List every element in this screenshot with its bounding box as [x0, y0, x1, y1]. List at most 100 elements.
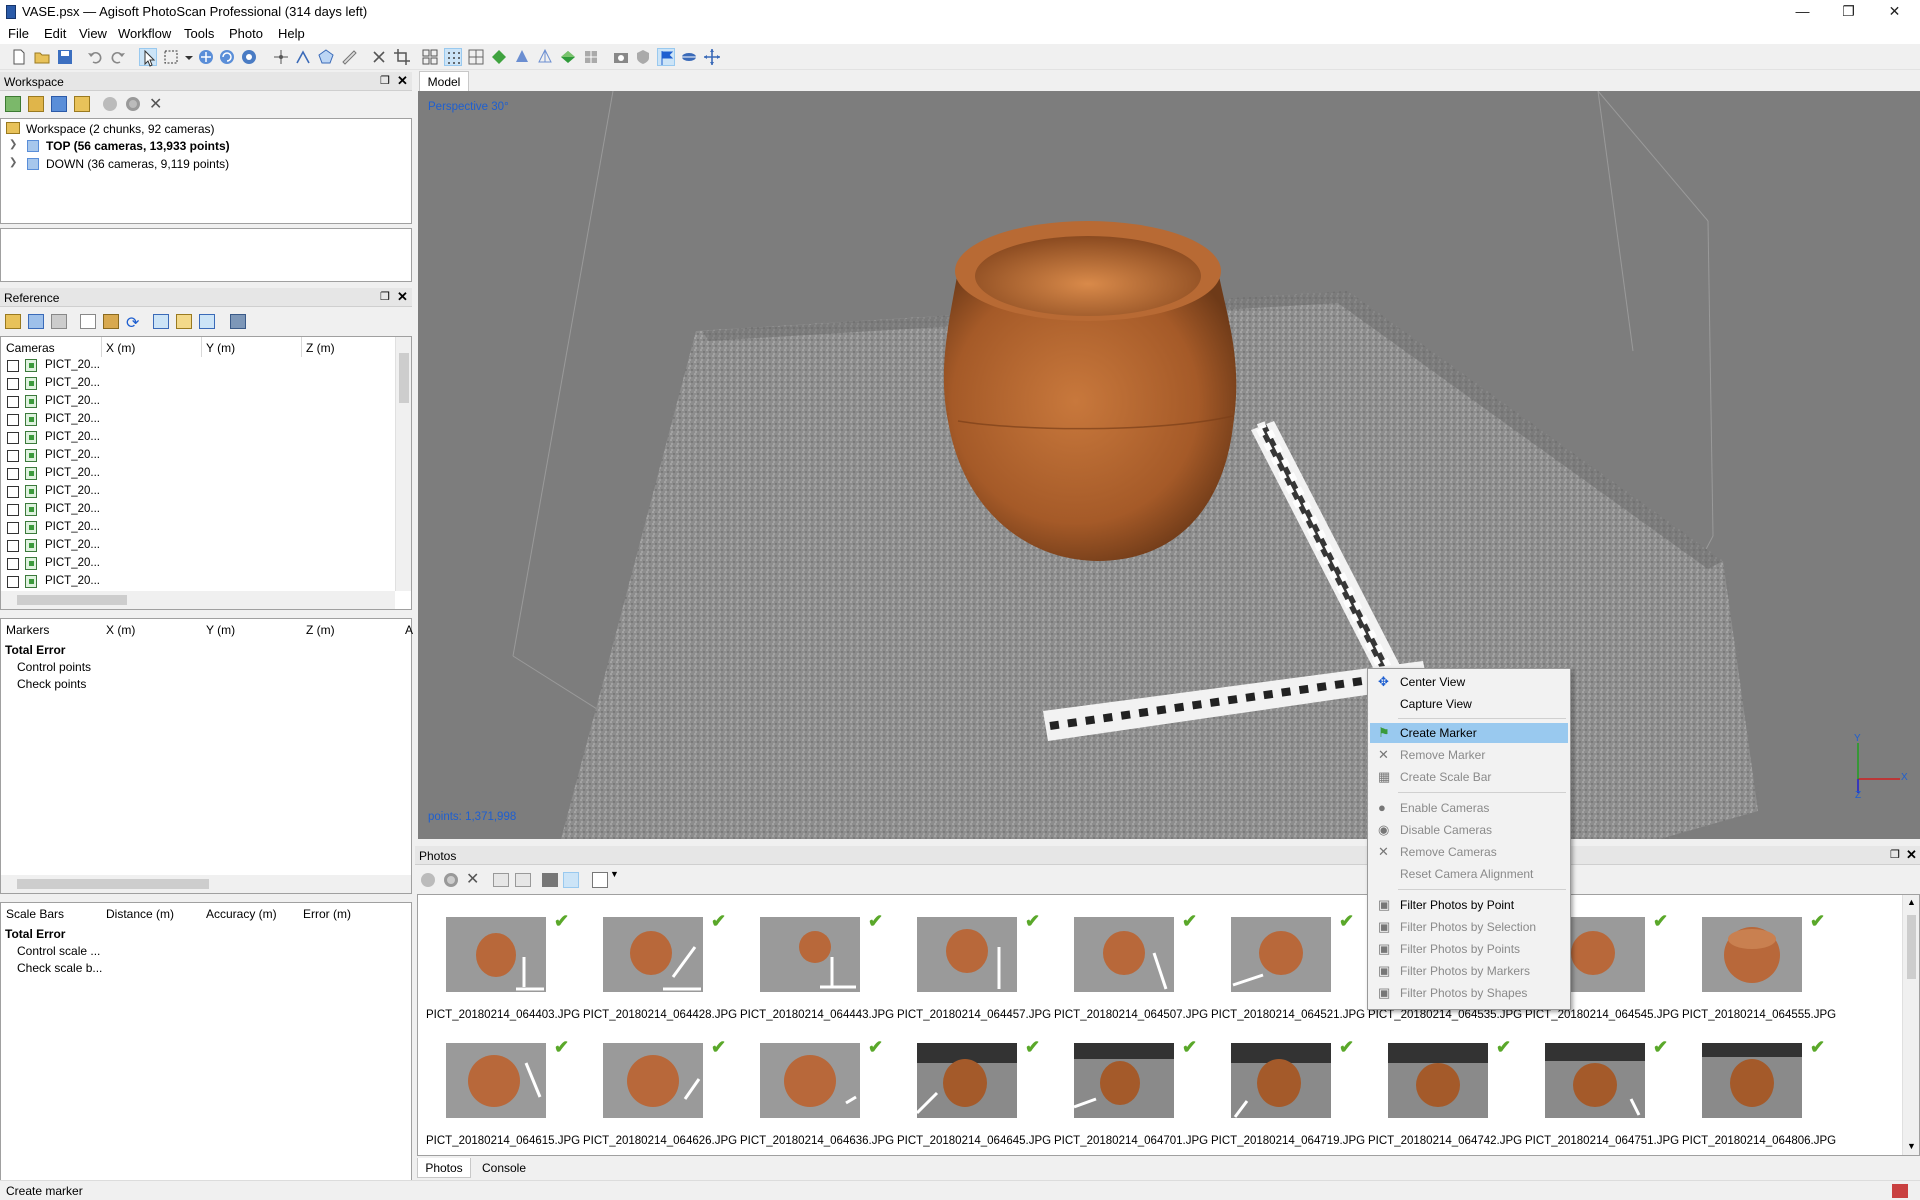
checkbox[interactable]	[7, 414, 19, 426]
col-accuracy[interactable]: A	[405, 623, 413, 637]
checkbox[interactable]	[7, 540, 19, 552]
enable-photos-icon[interactable]	[421, 873, 435, 887]
shield-icon[interactable]	[634, 48, 652, 66]
rotate-left-icon[interactable]	[493, 873, 509, 887]
table-row[interactable]: PICT_20...	[7, 357, 107, 375]
menu-help[interactable]: Help	[278, 26, 305, 41]
table-row[interactable]: PICT_20...	[7, 375, 107, 393]
close-pane-icon[interactable]: ✕	[1906, 847, 1917, 863]
close-icon[interactable]: ✕	[1872, 0, 1917, 22]
crop-icon[interactable]	[393, 48, 411, 66]
remove-items-icon[interactable]	[74, 96, 90, 112]
solid-model-icon[interactable]	[513, 48, 531, 66]
menu-reset-camera-alignment[interactable]: Reset Camera Alignment	[1370, 864, 1568, 884]
col-error[interactable]: Error (m)	[303, 907, 351, 921]
undo-icon[interactable]	[86, 48, 104, 66]
remove-photos-icon[interactable]: ✕	[466, 869, 479, 889]
menu-photo[interactable]: Photo	[229, 26, 263, 41]
close-pane-icon[interactable]: ✕	[397, 289, 408, 305]
workspace-root[interactable]: Workspace (2 chunks, 92 cameras)	[26, 122, 215, 136]
dense-cloud-icon[interactable]	[467, 48, 485, 66]
navigation-cursor-icon[interactable]	[139, 48, 157, 67]
photo-thumbnail[interactable]: ✔ PICT_20180214_064428.JPG	[583, 911, 737, 1037]
checkbox[interactable]	[7, 576, 19, 588]
textured-model-icon[interactable]	[559, 48, 577, 66]
scrollbar-thumb[interactable]	[17, 879, 209, 889]
tab-photos[interactable]: Photos	[417, 1158, 471, 1178]
col-cameras[interactable]: Cameras	[6, 341, 55, 355]
vertical-scrollbar[interactable]: ▲ ▼	[1902, 895, 1919, 1155]
menu-workflow[interactable]: Workflow	[118, 26, 171, 41]
wand-icon[interactable]	[103, 314, 119, 329]
checkbox[interactable]	[7, 396, 19, 408]
photo-thumbnail[interactable]: ✔ PICT_20180214_064742.JPG	[1368, 1037, 1522, 1163]
float-pane-icon[interactable]: ❐	[380, 290, 390, 303]
settings-icon[interactable]	[230, 314, 246, 329]
disable-icon[interactable]	[126, 97, 140, 111]
photo-thumbnail[interactable]: ✔ PICT_20180214_064806.JPG	[1682, 1037, 1836, 1163]
float-pane-icon[interactable]: ❐	[1890, 848, 1900, 861]
view-source-icon[interactable]	[153, 314, 169, 329]
control-scale-row[interactable]: Control scale ...	[17, 944, 100, 958]
menu-file[interactable]: File	[8, 26, 29, 41]
delete-selection-icon[interactable]	[370, 48, 388, 66]
clear-icon[interactable]	[51, 314, 67, 329]
menu-remove-marker[interactable]: ✕ Remove Marker	[1370, 745, 1568, 765]
table-row[interactable]: PICT_20...	[7, 555, 107, 573]
reset-view-icon[interactable]	[703, 48, 721, 66]
photo-thumbnail[interactable]: ✔ PICT_20180214_064457.JPG	[897, 911, 1051, 1037]
col-y[interactable]: Y (m)	[206, 341, 235, 355]
resize-grip-icon[interactable]	[1892, 1184, 1908, 1198]
minimize-icon[interactable]: —	[1780, 0, 1825, 22]
show-markers-icon[interactable]	[657, 48, 675, 66]
vertical-scrollbar[interactable]	[395, 337, 411, 591]
control-points-row[interactable]: Control points	[17, 660, 91, 674]
ruler-point-icon[interactable]	[272, 48, 290, 66]
scrollbar-thumb[interactable]	[17, 595, 127, 605]
checkbox[interactable]	[7, 378, 19, 390]
move-object-icon[interactable]	[197, 48, 215, 66]
total-error-row[interactable]: Total Error	[5, 643, 65, 657]
photo-thumbnail[interactable]: ✔ PICT_20180214_064719.JPG	[1211, 1037, 1365, 1163]
col-z[interactable]: Z (m)	[306, 341, 335, 355]
chunk-top[interactable]: TOP (56 cameras, 13,933 points)	[46, 139, 230, 153]
scale-object-icon[interactable]	[240, 48, 258, 66]
rectangle-selection-icon[interactable]	[162, 48, 180, 66]
photo-thumbnail[interactable]: ✔ PICT_20180214_064645.JPG	[897, 1037, 1051, 1163]
checkbox[interactable]	[7, 432, 19, 444]
export-icon[interactable]	[28, 314, 44, 329]
enable-icon[interactable]	[103, 97, 117, 111]
draw-polyline-icon[interactable]	[294, 48, 312, 66]
table-row[interactable]: PICT_20...	[7, 537, 107, 555]
menu-remove-cameras[interactable]: ✕ Remove Cameras	[1370, 842, 1568, 862]
show-shapes-icon[interactable]	[680, 48, 698, 66]
photo-thumbnail[interactable]: ✔ PICT_20180214_064521.JPG	[1211, 911, 1365, 1037]
menu-disable-cameras[interactable]: ◉ Disable Cameras	[1370, 820, 1568, 840]
tab-model[interactable]: Model	[419, 71, 469, 91]
open-folder-icon[interactable]	[33, 48, 51, 66]
tiled-model-icon[interactable]	[582, 48, 600, 66]
menu-create-marker[interactable]: ⚑ Create Marker	[1370, 723, 1568, 743]
checkbox[interactable]	[7, 504, 19, 516]
photo-thumbnail[interactable]: ✔ PICT_20180214_064507.JPG	[1054, 911, 1208, 1037]
col-distance[interactable]: Distance (m)	[106, 907, 174, 921]
show-thumbnails-icon[interactable]	[563, 872, 579, 888]
menu-center-view[interactable]: ✥ Center View	[1370, 672, 1568, 692]
table-row[interactable]: PICT_20...	[7, 429, 107, 447]
menu-filter-by-point[interactable]: ▣ Filter Photos by Point	[1370, 895, 1568, 915]
disable-photos-icon[interactable]	[444, 873, 458, 887]
float-pane-icon[interactable]: ❐	[380, 74, 390, 87]
shaded-model-icon[interactable]	[490, 48, 508, 66]
view-dropdown-icon[interactable]: ▼	[610, 869, 619, 879]
chunk-down[interactable]: DOWN (36 cameras, 9,119 points)	[46, 157, 229, 171]
scrollbar-thumb[interactable]	[399, 353, 409, 403]
table-row[interactable]: PICT_20...	[7, 501, 107, 519]
save-icon[interactable]	[56, 48, 74, 66]
show-cameras-icon[interactable]	[421, 48, 439, 66]
view-grid-icon[interactable]	[592, 872, 608, 888]
close-pane-icon[interactable]: ✕	[397, 73, 408, 89]
horizontal-scrollbar[interactable]	[1, 591, 395, 609]
restore-icon[interactable]: ❐	[1826, 0, 1871, 22]
rotate-right-icon[interactable]	[515, 873, 531, 887]
expand-chevron-icon[interactable]: ❯	[9, 139, 17, 150]
